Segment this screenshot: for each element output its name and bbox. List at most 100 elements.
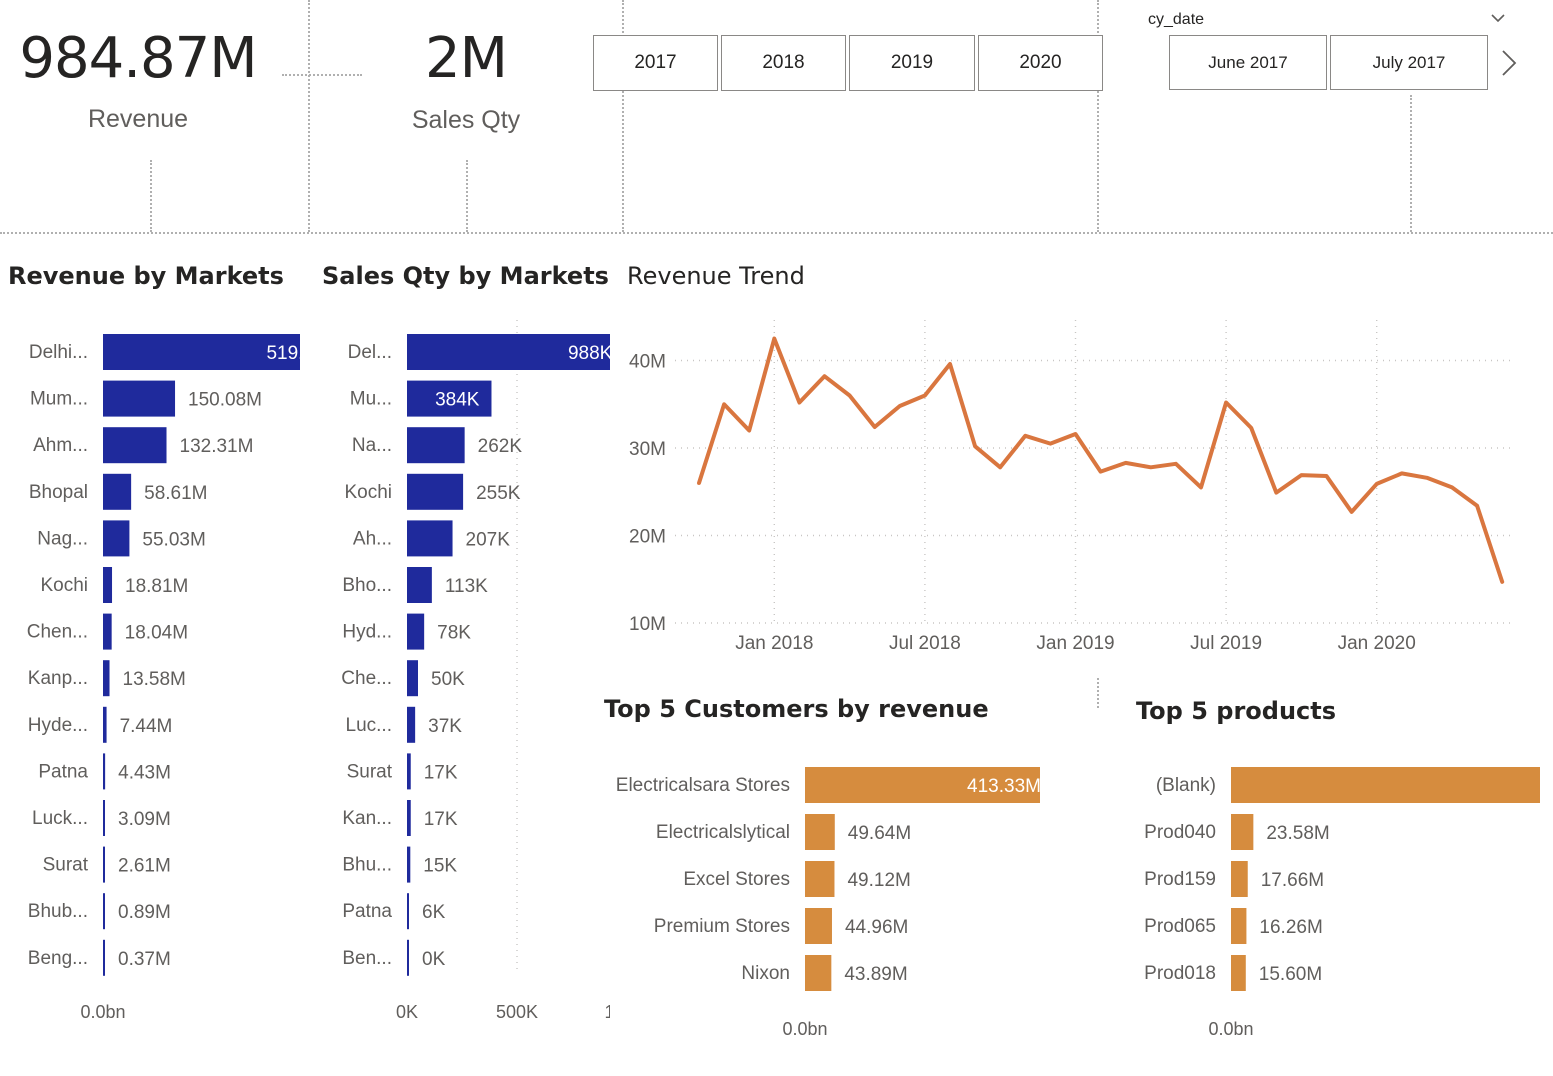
revenue-kpi-value: 984.87M <box>19 26 257 91</box>
data-label: 2.61M <box>118 856 171 877</box>
data-label: 0.89M <box>118 902 171 923</box>
chevron-right-icon[interactable] <box>1498 48 1520 78</box>
category-label: Mum... <box>30 389 88 410</box>
bar <box>805 908 832 944</box>
year-button-2018[interactable]: 2018 <box>721 35 846 91</box>
category-label: Hyd... <box>342 622 392 643</box>
year-button-2017[interactable]: 2017 <box>593 35 718 91</box>
category-label: Luc... <box>346 715 392 736</box>
top5-customers-title: Top 5 Customers by revenue <box>604 695 989 723</box>
data-label: 23.58M <box>1266 823 1329 844</box>
data-label: 49.12M <box>847 870 910 891</box>
category-label: Delhi... <box>29 342 88 363</box>
data-label: 519.57M <box>266 343 300 364</box>
data-label: 44.96M <box>845 917 908 938</box>
category-label: Beng... <box>28 948 88 969</box>
category-label: Premium Stores <box>654 916 790 937</box>
y-tick-label: 30M <box>629 439 666 460</box>
x-tick-label: 0.0bn <box>80 1002 125 1022</box>
month-button-july-2017[interactable]: July 2017 <box>1330 35 1488 90</box>
bar <box>407 520 453 557</box>
data-label: 413.33M <box>967 776 1040 797</box>
data-label: 18.81M <box>125 576 188 597</box>
x-tick-label: 500K <box>496 1002 538 1022</box>
divider-vertical <box>308 0 310 232</box>
data-label: 17.66M <box>1261 870 1324 891</box>
data-label: 15K <box>423 856 457 877</box>
category-label: (Blank) <box>1156 775 1216 796</box>
bar <box>407 893 409 930</box>
category-label: Prod040 <box>1144 822 1216 843</box>
bar <box>407 660 418 697</box>
sales-qty-kpi-value: 2M <box>425 26 508 91</box>
bar <box>1231 814 1254 850</box>
year-button-2020[interactable]: 2020 <box>978 35 1103 91</box>
category-label: Electricalslytical <box>656 822 790 843</box>
category-label: Surat <box>43 855 89 876</box>
data-label: 207K <box>466 529 511 550</box>
x-tick-label: 0.0bn <box>1208 1019 1253 1039</box>
category-label: Bhu... <box>342 855 392 876</box>
data-label: 262K <box>478 436 523 457</box>
revenue-trend-chart: 10M 20M 30M 40M Jan 2018 Jul 2018 Jan 2019 Jul … <box>629 320 1515 654</box>
data-label: 0K <box>422 949 446 970</box>
bar <box>407 753 411 790</box>
bar <box>103 939 105 976</box>
data-label: 384K <box>435 390 480 411</box>
bar <box>103 753 106 790</box>
data-label: 16.26M <box>1259 917 1322 938</box>
data-label: 6K <box>422 902 446 923</box>
chevron-down-icon[interactable] <box>1489 10 1507 24</box>
bar <box>805 955 832 991</box>
data-label: 37K <box>428 716 462 737</box>
y-tick-label: 20M <box>629 527 666 548</box>
data-label: 113K <box>445 576 488 597</box>
x-tick-label: Jan 2018 <box>735 633 813 654</box>
category-label: Kanp... <box>28 668 88 689</box>
category-label: Prod018 <box>1144 963 1216 984</box>
category-label: Kan... <box>342 808 392 829</box>
divider-vertical <box>466 160 468 232</box>
year-button-2019[interactable]: 2019 <box>849 35 975 91</box>
data-label: 15.60M <box>1259 964 1322 985</box>
revenue-series-line <box>697 336 1505 584</box>
data-label: 58.61M <box>144 483 207 504</box>
category-label: Ahm... <box>33 435 88 456</box>
data-label: 43.89M <box>844 964 907 985</box>
category-label: Kochi <box>40 575 88 596</box>
category-label: Kochi <box>344 482 392 503</box>
bar <box>1231 908 1247 944</box>
category-label: Bho... <box>342 575 392 596</box>
x-tick-label: Jul 2019 <box>1190 633 1262 654</box>
bar <box>1231 767 1540 803</box>
data-label: 255K <box>476 483 521 504</box>
x-tick-label: Jan 2019 <box>1036 633 1114 654</box>
revenue-kpi-label: Revenue <box>87 105 189 133</box>
bar <box>1231 955 1246 991</box>
divider-horizontal <box>282 74 362 76</box>
x-tick-label: Jul 2018 <box>889 633 961 654</box>
category-label: Surat <box>347 761 393 782</box>
bar <box>103 706 107 743</box>
x-tick-label: 0.0bn <box>782 1019 827 1039</box>
y-tick-label: 40M <box>629 352 666 373</box>
revenue-by-markets-title: Revenue by Markets <box>8 262 284 290</box>
month-button-june-2017[interactable]: June 2017 <box>1169 35 1327 90</box>
x-tick-label: Jan 2020 <box>1338 633 1416 654</box>
data-label: 18.04M <box>125 623 188 644</box>
top5-products-title: Top 5 products <box>1136 697 1337 725</box>
category-label: Ah... <box>353 528 392 549</box>
bar <box>103 567 113 603</box>
data-label: 78K <box>437 623 471 644</box>
category-label: Chen... <box>27 622 88 643</box>
data-label: 7.44M <box>120 716 173 737</box>
data-label: 3.09M <box>118 809 171 830</box>
category-label: Bhopal <box>29 482 88 503</box>
bar <box>805 814 835 850</box>
bar <box>1231 861 1248 897</box>
bar <box>407 567 432 603</box>
top5-products-chart: 0.0bn0.5bn(Blank)468.96MProd04023.58MPro… <box>1144 767 1540 1039</box>
category-label: Patna <box>38 761 88 782</box>
data-label: 4.43M <box>118 762 171 783</box>
data-label: 132.31M <box>180 436 254 457</box>
